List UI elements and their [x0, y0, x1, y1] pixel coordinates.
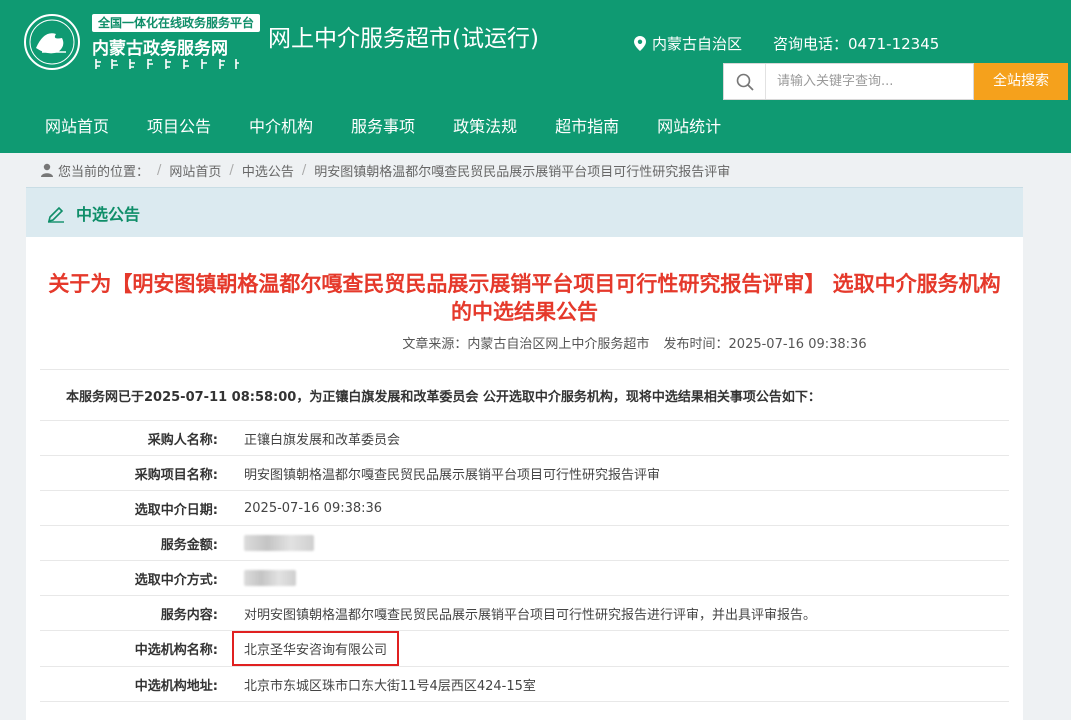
region-label: 内蒙古自治区: [652, 35, 743, 53]
project-name: 明安图镇朝格温都尔嘎查民贸民品展示展销平台项目可行性研究报告评审: [230, 455, 1009, 491]
blurred-value: [244, 535, 314, 551]
search-box: [723, 63, 974, 100]
table-row: 采购项目名称: 明安图镇朝格温都尔嘎查民贸民品展示展销平台项目可行性研究报告评审: [40, 455, 1009, 491]
nav-policies[interactable]: 政策法规: [434, 105, 536, 153]
search-icon-wrap[interactable]: [724, 64, 766, 99]
breadcrumb-separator: /: [229, 162, 234, 178]
panel-heading: 中选公告: [76, 204, 141, 224]
breadcrumb-prefix: 您当前的位置：: [58, 164, 150, 180]
result-table: 本服务网已于2025-07-11 08:58:00，为正镶白旗发展和改革委员会 …: [40, 369, 1009, 702]
search-icon: [736, 73, 754, 91]
main-nav: 网站首页 项目公告 中介机构 服务事项 政策法规 超市指南 网站统计: [0, 105, 740, 153]
location-pin-icon: [634, 36, 646, 51]
breadcrumb: 您当前的位置： / 网站首页 / 中选公告 / 明安图镇朝格温都尔嘎查民贸民品展…: [0, 153, 1071, 187]
intro-text: 本服务网已于2025-07-11 08:58:00，为正镶白旗发展和改革委员会 …: [40, 369, 1009, 421]
table-row: 选取中介日期: 2025-07-16 09:38:36: [40, 490, 1009, 526]
emblem-logo-icon[interactable]: [22, 12, 90, 72]
row-label: 采购人名称:: [40, 420, 230, 456]
purchaser-name: 正镶白旗发展和改革委员会: [230, 420, 1009, 456]
article-published: 发布时间：2025-07-16 09:38:36: [663, 337, 867, 352]
table-row: 中选机构地址: 北京市东城区珠市口东大街11号4层西区424-15室: [40, 666, 1009, 702]
region-selector[interactable]: 内蒙古自治区: [634, 33, 742, 54]
nav-project-notices[interactable]: 项目公告: [128, 105, 230, 153]
table-row: 采购人名称: 正镶白旗发展和改革委员会: [40, 420, 1009, 456]
row-label: 选取中介日期:: [40, 490, 230, 526]
portal-name[interactable]: 内蒙古政务服务网: [92, 34, 228, 59]
nav-home[interactable]: 网站首页: [0, 105, 128, 153]
platform-badge: 全国一体化在线政务服务平台: [92, 14, 261, 32]
site-title: 网上中介服务超市(试运行): [268, 26, 539, 52]
user-icon: [41, 163, 53, 177]
nav-agencies[interactable]: 中介机构: [230, 105, 332, 153]
site-header: 全国一体化在线政务服务平台 内蒙古政务服务网 网上中介服务超市(试运行) 内蒙古…: [0, 0, 1071, 153]
row-label: 中选机构地址:: [40, 666, 230, 702]
search-input[interactable]: [766, 64, 966, 99]
table-row: 服务内容: 对明安图镇朝格温都尔嘎查民贸民品展示展销平台项目可行性研究报告进行评…: [40, 595, 1009, 631]
nav-statistics[interactable]: 网站统计: [638, 105, 740, 153]
panel-header: 中选公告: [26, 187, 1023, 237]
table-row: 服务金额:: [40, 525, 1009, 561]
content-panel: 中选公告 关于为【明安图镇朝格温都尔嘎查民贸民品展示展销平台项目可行性研究报告评…: [26, 187, 1023, 720]
table-row: 选取中介方式:: [40, 560, 1009, 596]
selection-date: 2025-07-16 09:38:36: [230, 490, 1009, 526]
edit-icon: [47, 206, 64, 223]
article-source: 文章来源：内蒙古自治区网上中介服务超市: [402, 337, 650, 352]
table-row: 本服务网已于2025-07-11 08:58:00，为正镶白旗发展和改革委员会 …: [40, 369, 1009, 421]
table-row: 中选机构名称: 北京圣华安咨询有限公司: [40, 630, 1009, 667]
row-label: 选取中介方式:: [40, 560, 230, 596]
hotline: 咨询电话：0471-12345: [773, 35, 940, 53]
blurred-value: [244, 570, 296, 586]
article-meta: 文章来源：内蒙古自治区网上中介服务超市 发布时间：2025-07-16 09:3…: [26, 333, 1023, 352]
nav-services[interactable]: 服务事项: [332, 105, 434, 153]
service-amount: [230, 525, 1009, 561]
breadcrumb-separator: /: [301, 162, 307, 178]
service-content: 对明安图镇朝格温都尔嘎查民贸民品展示展销平台项目可行性研究报告进行评审，并出具评…: [230, 595, 1009, 631]
breadcrumb-current: 明安图镇朝格温都尔嘎查民贸民品展示展销平台项目可行性研究报告评审: [314, 164, 731, 180]
selection-method: [230, 560, 1009, 596]
row-label: 服务金额:: [40, 525, 230, 561]
breadcrumb-separator: /: [157, 162, 162, 178]
search-button[interactable]: 全站搜索: [974, 63, 1068, 100]
agency-address: 北京市东城区珠市口东大街11号4层西区424-15室: [230, 666, 1009, 702]
row-label: 服务内容:: [40, 595, 230, 631]
row-label: 采购项目名称:: [40, 455, 230, 491]
article-title: 关于为【明安图镇朝格温都尔嘎查民贸民品展示展销平台项目可行性研究报告评审】 选取…: [48, 272, 1001, 324]
mongolian-script-logo: [95, 59, 239, 69]
breadcrumb-home[interactable]: 网站首页: [169, 161, 221, 180]
selected-agency-name: 北京圣华安咨询有限公司: [232, 631, 400, 666]
selected-agency-cell: 北京圣华安咨询有限公司: [230, 630, 1009, 667]
nav-guide[interactable]: 超市指南: [536, 105, 638, 153]
row-label: 中选机构名称:: [40, 630, 230, 667]
breadcrumb-section[interactable]: 中选公告: [242, 161, 294, 180]
